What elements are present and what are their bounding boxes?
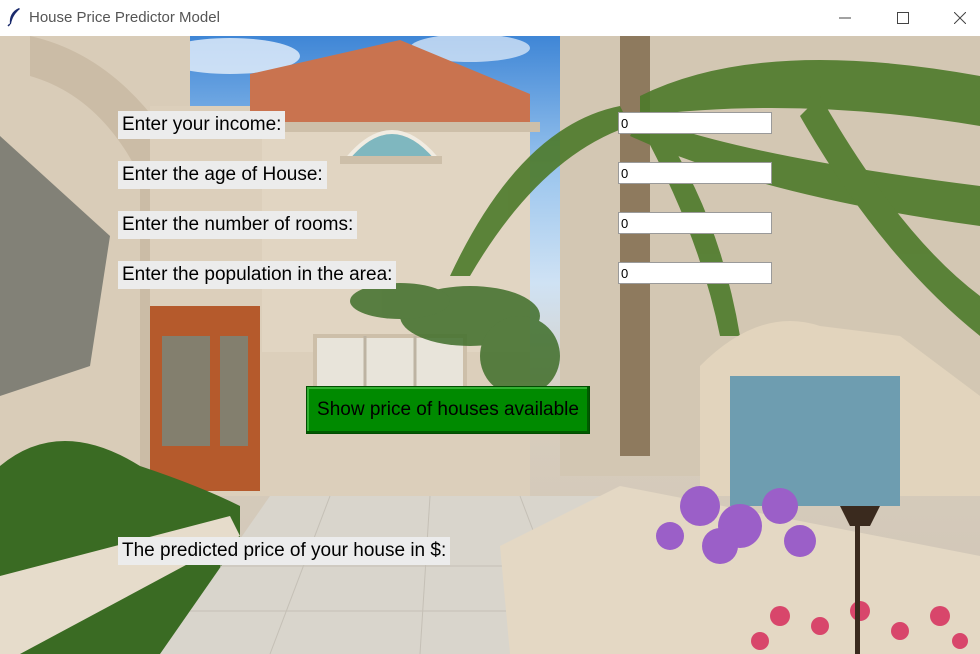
title-bar: House Price Predictor Model <box>0 0 980 36</box>
close-button[interactable] <box>937 0 980 36</box>
income-label: Enter your income: <box>118 111 286 139</box>
close-icon <box>954 12 966 24</box>
predicted-price-label: The predicted price of your house in $: <box>118 537 451 565</box>
population-label: Enter the population in the area: <box>118 261 397 289</box>
house-age-input[interactable] <box>618 162 772 184</box>
maximize-icon <box>897 12 909 24</box>
rooms-input[interactable] <box>618 212 772 234</box>
minimize-button[interactable] <box>822 0 868 36</box>
window-title: House Price Predictor Model <box>29 9 220 26</box>
house-age-label: Enter the age of House: <box>118 161 327 189</box>
income-input[interactable] <box>618 112 772 134</box>
feather-icon <box>7 8 20 27</box>
minimize-icon <box>839 17 851 19</box>
maximize-button[interactable] <box>880 0 926 36</box>
population-input[interactable] <box>618 262 772 284</box>
background-image: Enter your income: Enter the age of Hous… <box>0 36 980 654</box>
show-price-button[interactable]: Show price of houses available <box>306 386 590 434</box>
rooms-label: Enter the number of rooms: <box>118 211 358 239</box>
